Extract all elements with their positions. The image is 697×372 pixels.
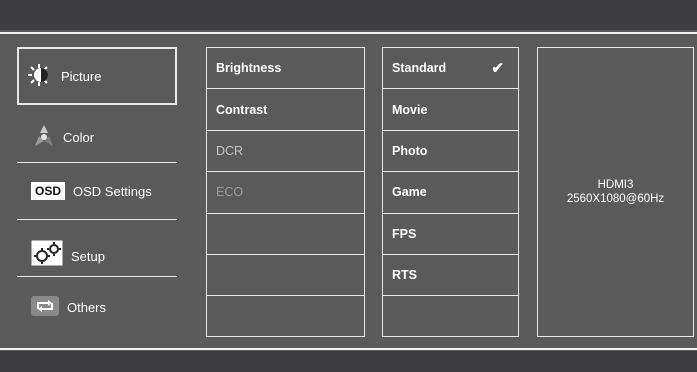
osd-icon: OSD <box>31 182 66 200</box>
bottom-bar <box>0 351 697 372</box>
mode-standard[interactable]: Standard ✔ <box>383 48 518 90</box>
top-bar <box>0 0 697 30</box>
color-icon <box>31 123 57 152</box>
top-divider-line <box>0 32 697 34</box>
gears-icon <box>31 240 63 269</box>
option-dcr[interactable]: DCR <box>207 131 364 173</box>
menu-item-others[interactable]: Others <box>17 292 191 322</box>
menu-item-osd-settings[interactable]: OSD OSD Settings <box>17 178 191 204</box>
picture-options-column: Brightness Contrast DCR ECO <box>206 47 365 337</box>
mode-game[interactable]: Game <box>383 172 518 214</box>
mode-photo[interactable]: Photo <box>383 131 518 173</box>
mode-label: Standard <box>392 61 447 76</box>
input-info-panel: HDMI3 2560X1080@60Hz <box>537 47 694 337</box>
menu-item-picture[interactable]: Picture <box>17 47 177 105</box>
bottom-divider-line <box>0 348 697 350</box>
menu-divider <box>17 276 177 277</box>
option-empty <box>207 255 364 297</box>
mode-fps[interactable]: FPS <box>383 214 518 255</box>
mode-empty <box>383 296 518 337</box>
menu-divider <box>17 162 177 163</box>
brightness-icon <box>27 63 55 90</box>
option-contrast[interactable]: Contrast <box>207 89 364 131</box>
resolution-info: 2560X1080@60Hz <box>566 193 665 205</box>
option-eco: ECO <box>207 172 364 214</box>
menu-label-color: Color <box>63 129 95 145</box>
mode-rts[interactable]: RTS <box>383 255 518 297</box>
option-empty <box>207 296 364 337</box>
input-source: HDMI3 <box>597 179 634 191</box>
mode-movie[interactable]: Movie <box>383 89 518 131</box>
swap-icon <box>31 295 59 319</box>
menu-divider <box>17 219 177 220</box>
checkmark-icon: ✔ <box>491 60 504 78</box>
menu-label-osd-settings: OSD Settings <box>73 183 152 199</box>
menu-item-setup[interactable]: Setup <box>17 233 191 269</box>
menu-label-picture: Picture <box>61 68 102 84</box>
option-brightness[interactable]: Brightness <box>207 48 364 90</box>
option-empty <box>207 214 364 255</box>
menu-label-setup: Setup <box>71 249 105 264</box>
menu-label-others: Others <box>67 299 107 315</box>
picture-mode-column: Standard ✔ Movie Photo Game FPS RTS <box>382 47 519 337</box>
menu-item-color[interactable]: Color <box>17 120 191 154</box>
